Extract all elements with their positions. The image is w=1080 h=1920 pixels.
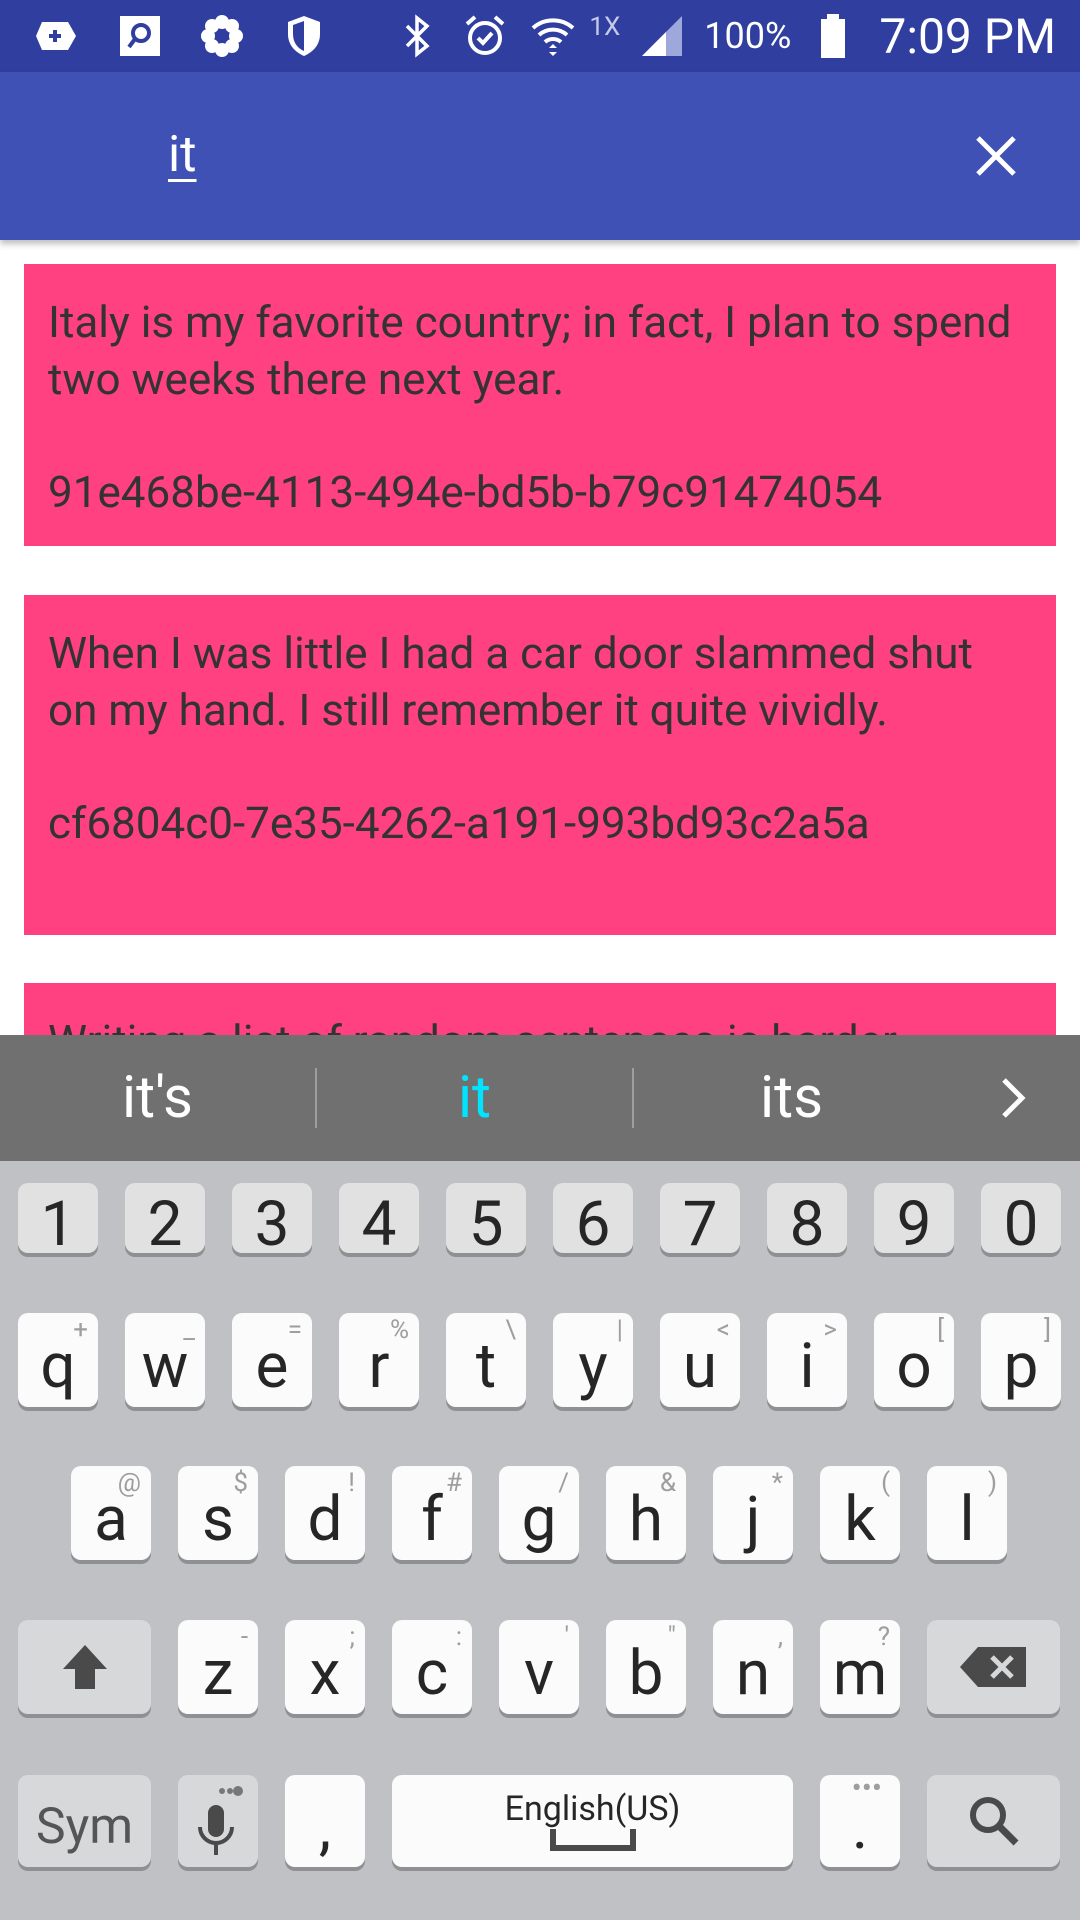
key-q[interactable]: + q <box>18 1313 98 1407</box>
uuid-text: cf6804c0-7e35-4262-a191-993bd93c2a5a <box>48 797 870 849</box>
add-square-icon <box>32 10 84 62</box>
key-g[interactable]: / g <box>499 1466 579 1560</box>
soft-keyboard: 1 2 3 4 5 6 7 8 9 0 + q _ w = e % r \ t | y < u… <box>0 1161 1080 1920</box>
shield-icon <box>278 10 330 62</box>
key-t[interactable]: \ t <box>446 1313 526 1407</box>
key-i[interactable]: > i <box>767 1313 847 1407</box>
alarm-icon <box>459 10 511 62</box>
key-4[interactable]: 4 <box>339 1183 419 1261</box>
key-n[interactable]: ,n <box>713 1620 793 1714</box>
shift-arrow-icon <box>62 1645 107 1689</box>
uuid-text: 91e468be-4113-494e-bd5b-b79c91474054 <box>48 466 883 518</box>
sym-key[interactable]: Sym <box>18 1775 151 1867</box>
search-key[interactable] <box>927 1775 1060 1867</box>
period-key[interactable]: ••• . <box>820 1771 900 1867</box>
key-x[interactable]: ; x <box>285 1620 365 1714</box>
list-item[interactable]: When I was little I had a car door slamm… <box>24 595 1056 935</box>
key-u[interactable]: < u <box>660 1313 740 1407</box>
key-5[interactable]: 5 <box>446 1183 526 1261</box>
bluetooth-icon <box>391 10 443 62</box>
voice-input-key[interactable] <box>178 1775 258 1867</box>
search-app-icon <box>114 10 166 62</box>
keyboard-language-label: English(US) <box>504 1789 681 1829</box>
comma-key[interactable]: , <box>285 1775 365 1867</box>
status-bar: 1X 100% 7:09 PM <box>0 0 1080 72</box>
search-input[interactable]: it <box>168 126 197 184</box>
more-suggestions-button[interactable] <box>949 1074 1079 1122</box>
sentence-text: Italy is my favorite country; in fact, I… <box>48 296 1012 405</box>
signal-icon <box>636 10 688 62</box>
key-d[interactable]: ! d <box>285 1466 365 1560</box>
key-f[interactable]: # f <box>392 1466 472 1560</box>
key-3[interactable]: 3 <box>232 1183 312 1261</box>
key-p[interactable]: ] p <box>981 1313 1061 1407</box>
key-l[interactable]: ) l <box>927 1466 1007 1560</box>
key-8[interactable]: 8 <box>767 1183 847 1261</box>
key-e[interactable]: = e <box>232 1313 312 1407</box>
close-search-button[interactable] <box>966 126 1026 186</box>
key-v[interactable]: ' v <box>499 1620 579 1714</box>
search-app-bar: it <box>0 72 1080 240</box>
key-9[interactable]: 9 <box>874 1183 954 1261</box>
key-w[interactable]: _ w <box>125 1313 205 1407</box>
key-c[interactable]: :c <box>392 1620 472 1714</box>
shift-key[interactable] <box>18 1620 151 1714</box>
battery-icon <box>807 10 859 62</box>
key-h[interactable]: & h <box>606 1466 686 1560</box>
key-s[interactable]: $ s <box>178 1466 258 1560</box>
chevron-right-icon <box>1002 1078 1026 1118</box>
suggestion-1[interactable]: it's <box>0 1064 315 1132</box>
backspace-icon <box>959 1647 1026 1687</box>
suggestion-strip: it's it its <box>0 1035 1080 1161</box>
key-6[interactable]: 6 <box>553 1183 633 1261</box>
suggestion-3[interactable]: its <box>634 1064 949 1132</box>
flower-icon <box>196 10 248 62</box>
key-1[interactable]: 1 <box>18 1183 98 1261</box>
key-o[interactable]: [o <box>874 1313 954 1407</box>
key-b[interactable]: " b <box>606 1620 686 1714</box>
key-0[interactable]: 0 <box>981 1183 1061 1261</box>
key-k[interactable]: (k <box>820 1466 900 1560</box>
battery-percentage: 100% <box>704 15 792 57</box>
space-key[interactable]: English(US) <box>392 1775 793 1867</box>
key-j[interactable]: * j <box>713 1466 793 1560</box>
wifi-icon <box>527 10 579 62</box>
microphone-icon <box>198 1786 243 1855</box>
key-z[interactable]: -z <box>178 1620 258 1714</box>
sentence-text: When I was little I had a car door slamm… <box>48 627 973 736</box>
key-2[interactable]: 2 <box>125 1183 205 1261</box>
backspace-key[interactable] <box>927 1620 1060 1714</box>
key-y[interactable]: | y <box>553 1313 633 1407</box>
results-list[interactable]: Italy is my favorite country; in fact, I… <box>0 240 1080 1035</box>
list-item[interactable]: Writing a list of random sentences is ha… <box>24 983 1056 1035</box>
list-item[interactable]: Italy is my favorite country; in fact, I… <box>24 264 1056 546</box>
space-bar-icon <box>549 1829 636 1851</box>
clock: 7:09 PM <box>879 7 1056 65</box>
close-icon <box>976 136 1016 176</box>
network-type-label: 1X <box>589 12 621 42</box>
key-m[interactable]: ? m <box>820 1620 900 1714</box>
key-a[interactable]: @ a <box>71 1466 151 1560</box>
sentence-text: Writing a list of random sentences is ha… <box>48 1013 1032 1035</box>
search-icon <box>969 1797 1018 1846</box>
suggestion-2[interactable]: it <box>317 1064 632 1132</box>
key-7[interactable]: 7 <box>660 1183 740 1261</box>
key-r[interactable]: % r <box>339 1313 419 1407</box>
